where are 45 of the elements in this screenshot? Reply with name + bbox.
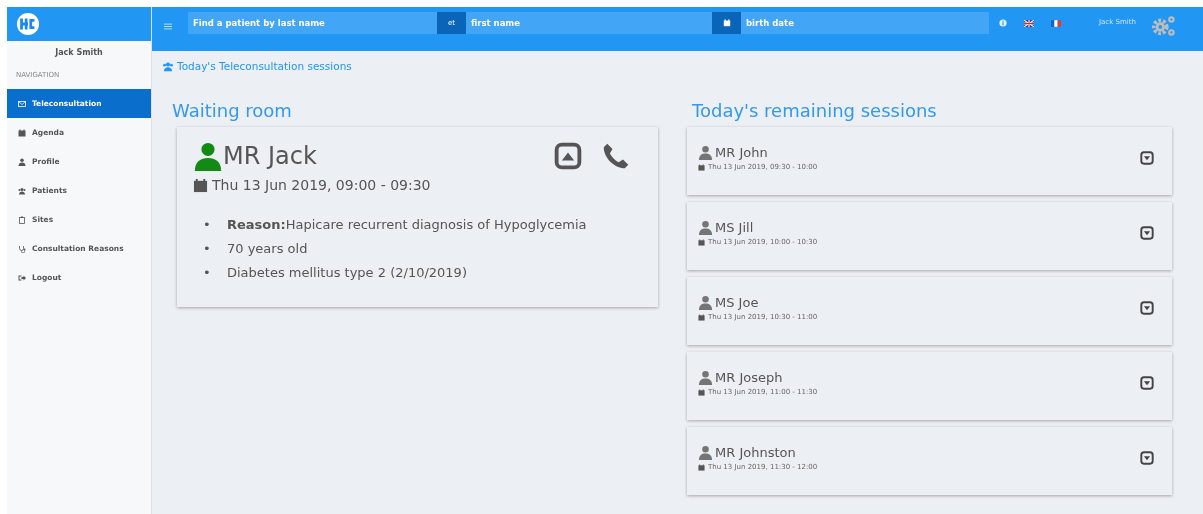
patient-name: MR Joseph xyxy=(715,370,783,385)
calendar-icon xyxy=(698,388,705,396)
patient-name: MS Jill xyxy=(715,220,754,235)
users-icon xyxy=(18,186,26,195)
bullet: • xyxy=(203,265,212,280)
calendar-icon xyxy=(722,19,731,27)
birth-date-field[interactable]: birth date xyxy=(741,12,989,34)
stethoscope-icon xyxy=(18,244,26,253)
envelope-icon xyxy=(18,99,26,108)
info-icon[interactable] xyxy=(999,19,1007,27)
patient-detail: Diabetes mellitus type 2 (2/10/2019) xyxy=(227,265,467,280)
last-name-field[interactable]: Find a patient by last name xyxy=(188,12,437,34)
patient-name: MR Jack xyxy=(223,142,317,170)
calendar-icon xyxy=(698,313,705,321)
bullet: • xyxy=(203,241,212,256)
bullet: • xyxy=(203,217,212,232)
section-title: Waiting room xyxy=(172,100,293,121)
patient-name: MR John xyxy=(715,145,768,160)
flag-icon[interactable] xyxy=(1024,20,1034,27)
section-title: Today's remaining sessions xyxy=(692,100,938,121)
session-time: Thu 13 Jun 2019, 09:00 - 09:30 xyxy=(212,177,431,193)
expand-icon[interactable] xyxy=(1140,226,1154,240)
logout-icon xyxy=(18,273,26,282)
patient-name: MS Joe xyxy=(715,295,759,310)
calendar-icon xyxy=(18,128,26,137)
building-icon xyxy=(18,215,26,224)
first-name-field[interactable]: first name xyxy=(466,12,712,34)
user-icon xyxy=(18,157,26,166)
patient-name: MR Johnston xyxy=(715,445,796,460)
calendar-icon xyxy=(698,163,705,171)
calendar-icon xyxy=(698,463,705,471)
logo-icon xyxy=(16,12,40,36)
expand-icon[interactable] xyxy=(1140,376,1154,390)
collapse-icon[interactable] xyxy=(554,142,582,170)
expand-icon[interactable] xyxy=(1140,451,1154,465)
calendar-icon xyxy=(698,238,705,246)
patient-detail: Reason:Hapicare recurrent diagnosis of Hypoglycemia xyxy=(227,217,587,232)
users-icon xyxy=(162,60,174,72)
flag-icon[interactable] xyxy=(1051,20,1061,27)
calendar-icon xyxy=(193,177,208,193)
expand-icon[interactable] xyxy=(1140,151,1154,165)
phone-icon[interactable] xyxy=(602,142,630,170)
user-name: Jack Smith xyxy=(53,47,104,59)
patient-detail: 70 years old xyxy=(227,241,308,256)
expand-icon[interactable] xyxy=(1140,301,1154,315)
